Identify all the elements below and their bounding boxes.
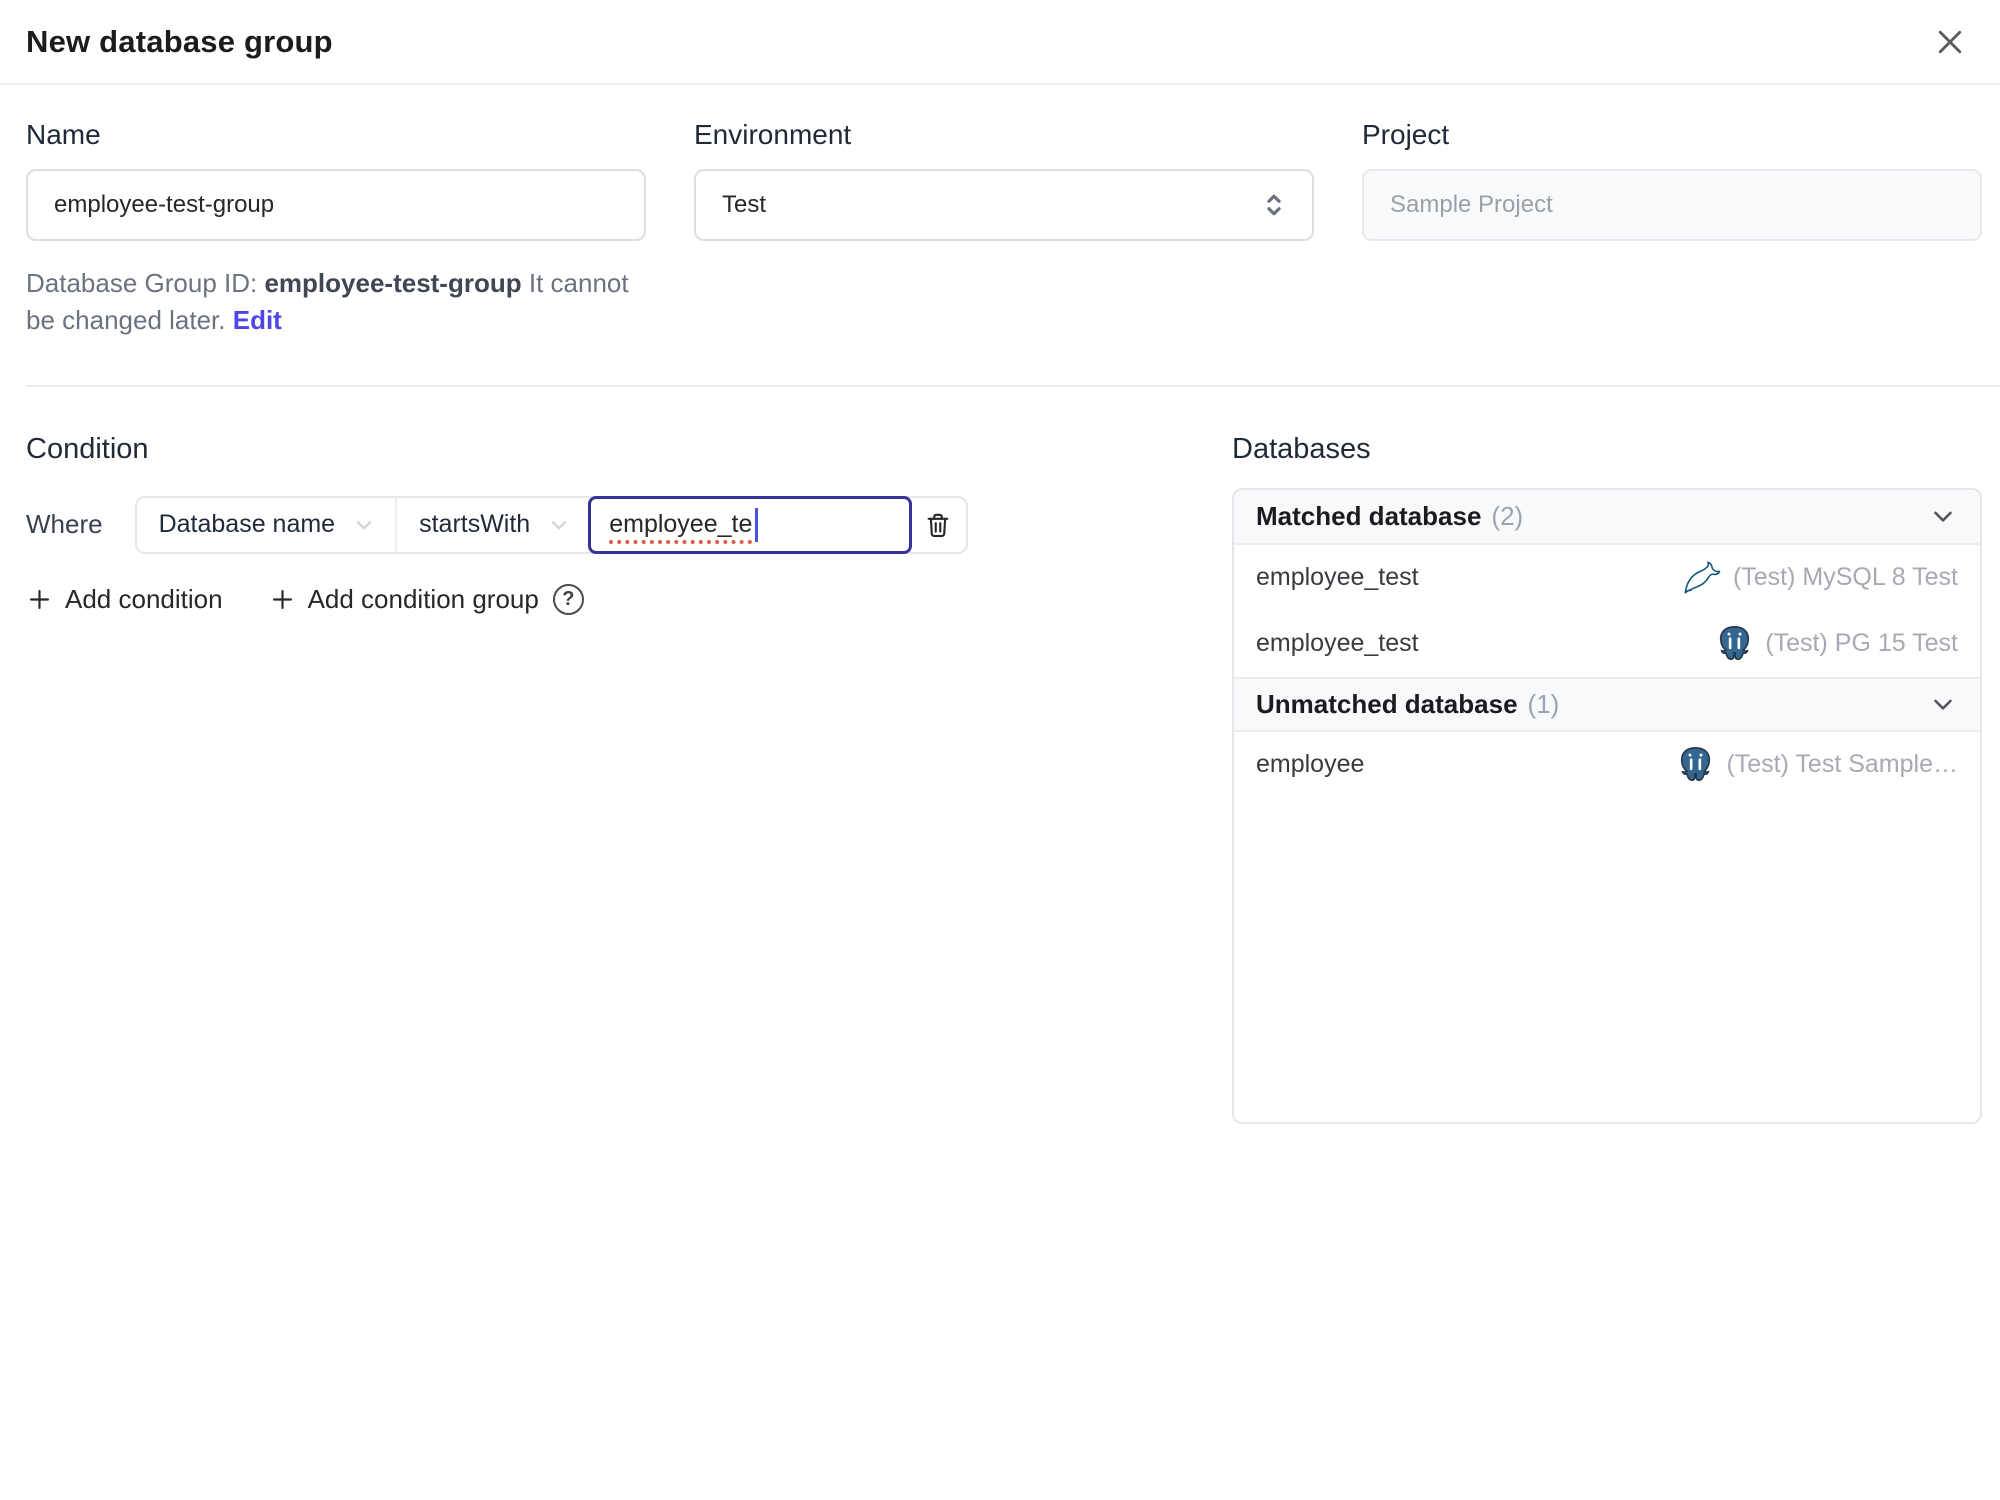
project-value: Sample Project [1390, 191, 1553, 218]
select-updown-chevrons-icon [1267, 194, 1281, 216]
trash-icon [927, 513, 949, 537]
project-input: Sample Project [1362, 169, 1982, 241]
condition-field-select[interactable]: Database name [137, 497, 398, 552]
condition-operator-select[interactable]: startsWith [397, 498, 590, 552]
project-field-block: Project Sample Project [1362, 119, 1982, 339]
database-row: employee_test (Test) MySQL 8 Test [1234, 545, 1980, 611]
project-label: Project [1362, 119, 1450, 150]
databases-panel: Matched database (2) employee_test (Test… [1232, 487, 1982, 1124]
add-condition-label: Add condition [65, 583, 223, 614]
database-name: employee_test [1256, 629, 1419, 658]
unmatched-database-title: Unmatched database [1256, 688, 1518, 719]
databases-heading: Databases [1232, 432, 1371, 465]
chevron-down-icon [552, 520, 567, 530]
condition-operator-value: startsWith [419, 510, 531, 539]
page-title: New database group [26, 23, 333, 59]
help-icon[interactable]: ? [552, 583, 584, 615]
add-condition-group-button[interactable]: Add condition group [269, 584, 539, 615]
matched-database-title: Matched database [1256, 500, 1482, 531]
matched-database-header[interactable]: Matched database (2) [1234, 489, 1980, 545]
condition-section: Condition Where Database name startsWith… [26, 387, 1232, 615]
group-id-value: employee-test-group [264, 268, 522, 298]
unmatched-database-header[interactable]: Unmatched database (1) [1234, 676, 1980, 732]
delete-condition-button[interactable] [910, 498, 966, 552]
condition-row: Where Database name startsWith employee_… [26, 495, 1192, 554]
add-condition-group-label: Add condition group [307, 583, 539, 614]
text-cursor [755, 507, 759, 542]
edit-id-link[interactable]: Edit [233, 305, 282, 335]
databases-section: Databases Matched database (2) employee_… [1232, 387, 1982, 1124]
database-instance: (Test) Test Sample… [1726, 750, 1958, 779]
group-id-prefix: Database Group ID: [26, 268, 258, 298]
database-name: employee_test [1256, 563, 1419, 592]
database-name: employee [1256, 750, 1365, 779]
condition-value-text: employee_te [609, 510, 753, 539]
postgresql-icon [1716, 624, 1753, 663]
plus-icon [29, 589, 50, 609]
environment-field-block: Environment Test [694, 119, 1314, 339]
environment-label: Environment [694, 119, 852, 150]
condition-actions: Add condition Add condition group ? [26, 583, 1192, 615]
add-condition-button[interactable]: Add condition [26, 584, 223, 615]
unmatched-database-count: (1) [1527, 688, 1560, 719]
condition-field-value: Database name [158, 510, 336, 539]
matched-database-count: (2) [1491, 500, 1524, 531]
group-id-note: Database Group ID: employee-test-group I… [26, 265, 646, 339]
close-icon [1938, 30, 1962, 53]
condition-value-input[interactable]: employee_te [588, 495, 913, 554]
database-instance: (Test) MySQL 8 Test [1732, 563, 1958, 592]
dialog-header: New database group [0, 0, 2000, 85]
close-button[interactable] [1926, 18, 1974, 66]
mysql-icon [1679, 561, 1721, 595]
database-instance: (Test) PG 15 Test [1765, 629, 1958, 658]
database-row: employee (Test) Test Sample… [1234, 732, 1980, 798]
lower-section: Condition Where Database name startsWith… [0, 387, 2000, 1124]
database-row: employee_test (Test) PG 15 Test [1234, 611, 1980, 677]
name-input[interactable] [26, 169, 646, 241]
where-label: Where [26, 509, 103, 540]
condition-heading: Condition [26, 432, 149, 465]
postgresql-icon [1677, 745, 1714, 784]
chevron-down-icon [1934, 699, 1952, 710]
name-field-block: Name Database Group ID: employee-test-gr… [26, 119, 646, 339]
group-form: Name Database Group ID: employee-test-gr… [0, 85, 2000, 339]
plus-icon [272, 589, 292, 609]
environment-selected-value: Test [722, 191, 767, 218]
chevron-down-icon [356, 520, 372, 530]
condition-expression-group: Database name startsWith employee_te [134, 495, 969, 554]
name-label: Name [26, 119, 101, 150]
environment-select[interactable]: Test [694, 169, 1314, 241]
chevron-down-icon [1934, 511, 1952, 522]
